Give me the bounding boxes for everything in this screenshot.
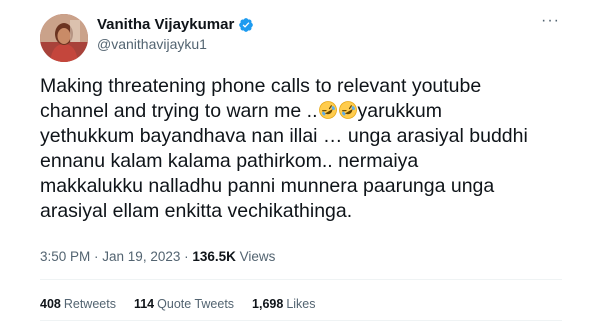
more-options-icon[interactable]: ···	[541, 13, 560, 29]
quotes-label: Quote Tweets	[157, 297, 235, 311]
tweet-date[interactable]: Jan 19, 2023	[102, 249, 180, 264]
rolling-laughing-emoji-icon	[338, 100, 358, 120]
tweet-meta: 3:50 PM · Jan 19, 2023 · 136.5K Views	[40, 249, 275, 264]
display-name[interactable]: Vanitha Vijaykumar	[97, 16, 234, 33]
user-handle[interactable]: @vanithavijayku1	[97, 36, 254, 52]
avatar[interactable]	[40, 14, 88, 62]
avatar-image	[40, 14, 88, 62]
author-block: Vanitha Vijaykumar @vanithavijayku1	[97, 16, 254, 52]
tweet-time[interactable]: 3:50 PM	[40, 249, 90, 264]
quotes-count: 114	[133, 297, 155, 311]
likes-count: 1,698	[252, 297, 284, 311]
tweet-line: channel and trying to warn me ..	[40, 100, 318, 122]
likes-stat[interactable]: 1,698 Likes	[252, 297, 315, 311]
tweet-line: Making threatening phone calls to releva…	[40, 75, 482, 97]
tweet-text: Making threatening phone calls to releva…	[40, 74, 570, 224]
views-label: Views	[235, 249, 276, 264]
divider	[40, 279, 562, 280]
tweet-line: arasiyal ellam enkitta vechikathinga.	[40, 200, 353, 222]
tweet-card: Vanitha Vijaykumar @vanithavijayku1 ··· …	[0, 0, 600, 325]
verified-badge-icon	[238, 17, 254, 33]
quote-tweets-stat[interactable]: 114 Quote Tweets	[134, 297, 234, 311]
meta-separator: ·	[180, 249, 193, 264]
rolling-laughing-emoji-icon	[318, 100, 338, 120]
meta-separator: ·	[90, 249, 103, 264]
tweet-line: makkalukku nalladhu panni munnera paarun…	[40, 175, 495, 197]
tweet-line: yarukkum	[357, 100, 443, 122]
views-count: 136.5K	[192, 249, 236, 264]
retweets-label: Retweets	[63, 297, 116, 311]
retweets-count: 408	[40, 297, 61, 311]
likes-label: Likes	[286, 297, 316, 311]
divider	[40, 320, 562, 321]
tweet-line: ennanu kalam kalama pathirkom.. nermaiya	[40, 150, 419, 172]
tweet-line: yethukkum bayandhava nan illai … unga ar…	[40, 125, 528, 147]
engagement-stats: 408 Retweets 114 Quote Tweets 1,698 Likes	[40, 297, 316, 311]
retweets-stat[interactable]: 408 Retweets	[40, 297, 116, 311]
